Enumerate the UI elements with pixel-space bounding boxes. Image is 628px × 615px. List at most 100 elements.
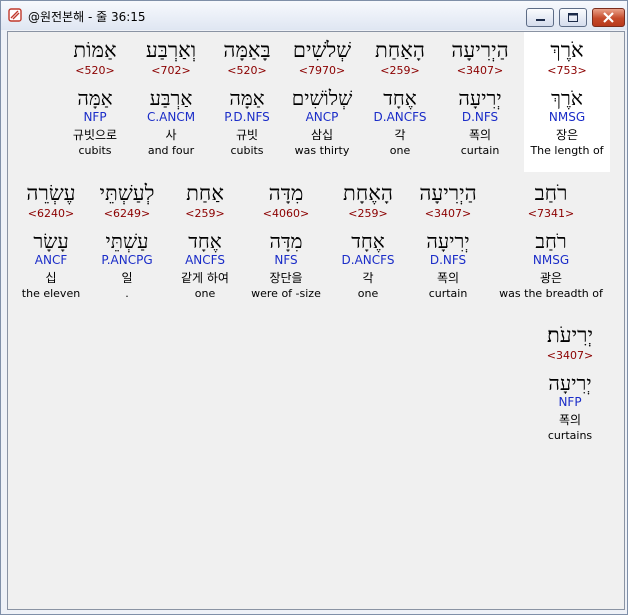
maximize-icon <box>568 13 578 22</box>
strong-number[interactable]: <6240> <box>8 207 94 221</box>
hebrew-word: וְאַרְבַּע <box>145 38 197 62</box>
morphology: NFP <box>83 110 107 124</box>
english-gloss: The length of <box>530 144 604 157</box>
interlinear-view[interactable]: אֹרֶךְ <753> אֹרֶךְ NMSG 장은 The length o… <box>7 31 625 610</box>
morphology: D.NFS <box>461 110 499 124</box>
hebrew-word: אַחַת <box>186 181 224 205</box>
english-gloss: curtain <box>428 287 468 300</box>
hebrew-word: עֶשְׂרֵה <box>26 181 76 205</box>
word-cell[interactable]: בָּאַמָּה <520> אַמָּה P.D.NFS 규빗 cubits <box>204 32 290 158</box>
word-cell[interactable]: לְעַשְׁתֵּי <6249> עַשְׁתֵּי P.ANCPG 일 . <box>84 175 170 301</box>
word-cell[interactable]: שְׁלֹשִׁים <7970> שְׁלוֹשִׁים ANCP 삼십 wa… <box>279 32 365 158</box>
strong-number[interactable]: <259> <box>357 64 443 78</box>
morphology: ANCFS <box>185 253 225 267</box>
hebrew-word: הַיְרִיעָה <box>419 181 477 205</box>
morphology: NMSG <box>548 110 586 124</box>
lemma-word: אֶחָד <box>383 86 417 110</box>
lemma-word: אַמָּה <box>229 86 265 110</box>
korean-gloss: 폭의 <box>436 271 460 285</box>
english-gloss: one <box>357 287 379 300</box>
close-button[interactable] <box>592 8 625 27</box>
lemma-word: יְרִיעָה <box>548 371 592 395</box>
english-gloss: and four <box>147 144 195 157</box>
english-gloss: one <box>389 144 411 157</box>
lemma-word: מִדָּה <box>269 229 303 253</box>
morphology: NMSG <box>532 253 570 267</box>
english-gloss: was the breadth of <box>499 287 603 300</box>
hebrew-word: רֹחַב <box>534 181 568 205</box>
close-icon <box>603 12 614 23</box>
hebrew-word: הָאַחַת <box>375 38 425 62</box>
english-gloss: curtain <box>460 144 500 157</box>
word-cell[interactable]: מִדָּה <4060> מִדָּה NFS 장단을 were of -si… <box>243 175 329 301</box>
morphology: ANCF <box>34 253 68 267</box>
strong-number[interactable]: <3407> <box>527 349 613 363</box>
strong-number[interactable]: <7341> <box>498 207 604 221</box>
lemma-word: רֹחַב <box>535 229 567 253</box>
maximize-button[interactable] <box>559 8 587 27</box>
strong-number[interactable]: <6249> <box>84 207 170 221</box>
korean-gloss: 사 <box>165 128 177 142</box>
title-bar[interactable]: @원전본해 - 줄 36:15 <box>1 1 627 30</box>
morphology: D.NFS <box>429 253 467 267</box>
word-cell[interactable]: אַחַת <259> אֶחָד ANCFS 같게 하여 one <box>162 175 248 301</box>
strong-number[interactable]: <7970> <box>279 64 365 78</box>
word-cell[interactable]: הָאֶחָת <259> אֶחָד D.ANCFS 각 one <box>325 175 411 301</box>
korean-gloss: 삼십 <box>310 128 334 142</box>
morphology: ANCP <box>305 110 339 124</box>
morphology: D.ANCFS <box>341 253 395 267</box>
lemma-word: יְרִיעָה <box>426 229 470 253</box>
lemma-word: אֹרֶךְ <box>551 86 583 110</box>
morphology: D.ANCFS <box>373 110 427 124</box>
english-gloss: . <box>125 287 129 300</box>
hebrew-word: שְׁלֹשִׁים <box>292 38 352 62</box>
morphology: NFS <box>274 253 298 267</box>
lemma-word: אַמָּה <box>77 86 113 110</box>
korean-gloss: 광은 <box>539 271 563 285</box>
korean-gloss: 폭의 <box>468 128 492 142</box>
lemma-word: עָשָׂר <box>33 229 69 253</box>
window-title: @원전본해 - 줄 36:15 <box>28 10 146 24</box>
english-gloss: the eleven <box>21 287 81 300</box>
minimize-button[interactable] <box>526 8 554 27</box>
word-cell[interactable]: רֹחַב <7341> רֹחַב NMSG 광은 was the bread… <box>498 175 604 301</box>
hebrew-word: הָאֶחָת <box>343 181 393 205</box>
hebrew-word: אֹרֶךְ <box>550 38 584 62</box>
app-icon <box>8 8 22 22</box>
word-cell[interactable]: וְאַרְבַּע <702> אַרְבַּע C.ANCM 사 and f… <box>128 32 214 158</box>
morphology: P.ANCPG <box>101 253 153 267</box>
korean-gloss: 규빗 <box>235 128 259 142</box>
english-gloss: curtains <box>547 429 593 442</box>
korean-gloss: 십 <box>45 271 57 285</box>
korean-gloss: 일 <box>121 271 133 285</box>
korean-gloss: 장은 <box>555 128 579 142</box>
korean-gloss: 폭의 <box>558 413 582 427</box>
strong-number[interactable]: <259> <box>162 207 248 221</box>
strong-number[interactable]: <4060> <box>243 207 329 221</box>
word-cell[interactable]: הָאַחַת <259> אֶחָד D.ANCFS 각 one <box>357 32 443 158</box>
strong-number[interactable]: <520> <box>52 64 138 78</box>
hebrew-word: אַמּוֹת <box>73 38 117 62</box>
word-cell[interactable]: עֶשְׂרֵה <6240> עָשָׂר ANCF 십 the eleven <box>8 175 94 301</box>
word-cell[interactable]: אַמּוֹת <520> אַמָּה NFP 규빗으로 cubits <box>52 32 138 158</box>
word-cell[interactable]: הַיְרִיעָה <3407> יְרִיעָה D.NFS 폭의 curt… <box>437 32 523 158</box>
english-gloss: was thirty <box>294 144 350 157</box>
strong-number[interactable]: <3407> <box>405 207 491 221</box>
morphology: NFP <box>558 395 582 409</box>
korean-gloss: 규빗으로 <box>72 128 118 142</box>
strong-number[interactable]: <259> <box>325 207 411 221</box>
strong-number[interactable]: <753> <box>524 64 610 78</box>
strong-number[interactable]: <702> <box>128 64 214 78</box>
strong-number[interactable]: <3407> <box>437 64 523 78</box>
word-cell[interactable]: יְרִיעֹת׃ <3407> יְרִיעָה NFP 폭의 curtain… <box>527 317 613 443</box>
morphology: C.ANCM <box>146 110 196 124</box>
lemma-word: עַשְׁתֵּי <box>105 229 149 253</box>
lemma-word: אַרְבַּע <box>149 86 193 110</box>
english-gloss: cubits <box>230 144 264 157</box>
morphology: P.D.NFS <box>224 110 270 124</box>
english-gloss: were of -size <box>251 287 321 300</box>
strong-number[interactable]: <520> <box>204 64 290 78</box>
word-cell[interactable]: הַיְרִיעָה <3407> יְרִיעָה D.NFS 폭의 curt… <box>405 175 491 301</box>
hebrew-word: מִדָּה <box>268 181 304 205</box>
word-cell[interactable]: אֹרֶךְ <753> אֹרֶךְ NMSG 장은 The length o… <box>524 32 610 172</box>
